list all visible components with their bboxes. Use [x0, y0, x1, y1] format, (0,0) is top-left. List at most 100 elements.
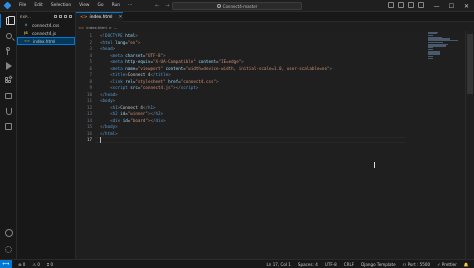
warnings-count[interactable]: ⚠ 0 [32, 262, 40, 267]
toggle-secondary-sidebar-icon[interactable] [408, 2, 414, 8]
code-token: > [112, 46, 116, 51]
manage-button[interactable] [0, 242, 17, 256]
notifications-bell-icon[interactable]: 🔔 [464, 262, 469, 268]
back-arrow-icon[interactable]: ← [155, 3, 159, 9]
toggle-primary-sidebar-icon[interactable] [388, 2, 394, 8]
menu-selection[interactable]: Selection [47, 0, 75, 12]
files-icon [5, 16, 15, 25]
minimize-button[interactable]: — [429, 0, 444, 12]
remote-explorer-button[interactable] [0, 89, 17, 103]
source-control-button[interactable] [0, 44, 17, 58]
explorer-header: EXP... [17, 12, 75, 21]
status-right: Ln 17, Col 1 Spaces: 4 UTF-8 CRLF Django… [267, 260, 469, 268]
breadcrumb-symbols[interactable]: ... [114, 25, 118, 30]
html-file-icon: <> [24, 39, 30, 43]
flask-icon [5, 107, 12, 115]
code-token: div [155, 117, 164, 123]
end-of-line[interactable]: CRLF [344, 262, 354, 267]
code-token: script [180, 85, 196, 90]
explorer-button[interactable] [0, 14, 17, 28]
code-token: "UTF-8" [145, 52, 164, 58]
code-token: > [137, 39, 141, 45]
code-token: link [112, 78, 123, 84]
code-token: lang [112, 39, 126, 45]
indentation[interactable]: Spaces: 4 [298, 262, 318, 267]
minimap[interactable] [428, 31, 458, 61]
file-item-connect4-css[interactable]: # connect4.css [17, 21, 75, 29]
code-token: href [165, 78, 179, 84]
collapse-all-icon[interactable] [69, 15, 72, 18]
code-token: html [122, 33, 136, 38]
menu-file[interactable]: File [15, 0, 30, 12]
code-token: > [115, 130, 118, 136]
html-file-icon: <> [78, 24, 85, 30]
customize-layout-icon[interactable] [418, 2, 424, 8]
menu-edit[interactable]: Edit [30, 0, 47, 12]
command-center-search[interactable]: Connect4-master [172, 2, 302, 10]
tab-index-html[interactable]: <> index.html ✕ [76, 12, 123, 22]
code-token: Connect 4 [120, 104, 143, 110]
encoding[interactable]: UTF-8 [325, 262, 337, 267]
new-folder-icon[interactable] [59, 15, 62, 18]
code-token: Connect 4 [127, 72, 151, 77]
file-item-connect4-js[interactable]: JS connect4.js [17, 29, 75, 37]
code-token: > [163, 117, 166, 123]
docs-button[interactable] [0, 119, 17, 133]
language-mode[interactable]: Django Template [361, 262, 395, 267]
status-bar: ⟷ ⊗ 0 ⚠ 0 ⌗ 0 Ln 17, Col 1 Spaces: 4 UTF… [0, 259, 474, 268]
extensions-button[interactable] [0, 74, 17, 88]
testing-button[interactable] [0, 104, 17, 118]
line-number-gutter: 1 2 3 4 5 6 7 8 9 10 11 12 13 14 15 16 17 [76, 31, 95, 259]
file-name: connect4.js [32, 30, 57, 36]
code-line[interactable]: </html> [100, 131, 118, 138]
breadcrumb: <> index.html > ... [78, 23, 117, 31]
live-server-port[interactable]: ⚇ Port : 5500 [403, 262, 431, 267]
css-file-icon: # [24, 23, 28, 27]
code-token: meta [112, 65, 123, 71]
code-token: http-equiv [122, 59, 151, 64]
status-left: ⊗ 0 ⚠ 0 ⌗ 0 [18, 262, 53, 267]
ports-count[interactable]: ⌗ 0 [47, 262, 53, 267]
maximize-button[interactable]: ☐ [444, 0, 459, 12]
file-item-index-html[interactable]: <> index.html [17, 37, 75, 45]
code-editor[interactable]: 1 2 3 4 5 6 7 8 9 10 11 12 13 14 15 16 17 <!DOCTYPE html… [76, 31, 474, 259]
menu-go[interactable]: Go [94, 0, 108, 12]
code-token: head [105, 91, 116, 97]
forward-arrow-icon[interactable]: → [165, 3, 169, 9]
code-token: ></ [173, 85, 181, 90]
menu-view[interactable]: View [75, 0, 93, 12]
accounts-button[interactable] [0, 226, 17, 240]
errors-count[interactable]: ⊗ 0 [18, 262, 25, 267]
code-token: "winner" [127, 111, 148, 116]
menu-run[interactable]: Run [108, 0, 124, 12]
editor-tab-bar: <> index.html ✕ [76, 12, 474, 22]
cursor-position[interactable]: Ln 17, Col 1 [267, 262, 291, 267]
toggle-panel-icon[interactable] [398, 2, 404, 8]
run-debug-button[interactable] [0, 59, 17, 73]
code-token: "connect4.js" [140, 85, 174, 90]
html-file-icon: <> [80, 15, 88, 20]
code-token: body [105, 124, 116, 129]
close-window-button[interactable]: ✕ [459, 0, 474, 12]
code-token: "en" [127, 39, 138, 45]
code-token: "viewport" [137, 65, 164, 71]
breadcrumb-file[interactable]: index.html [86, 25, 106, 30]
title-bar: File Edit Selection View Go Run ··· ← → … [0, 0, 474, 12]
prettier-status[interactable]: ✓ Prettier [437, 262, 457, 267]
line-number: 17 [86, 137, 92, 142]
code-token: > [135, 33, 138, 38]
close-tab-icon[interactable]: ✕ [118, 15, 122, 20]
code-token: "board" [130, 117, 148, 123]
remote-indicator-button[interactable]: ⟷ [0, 259, 12, 268]
menu-more[interactable]: ··· [124, 0, 136, 12]
file-name: index.html [33, 38, 56, 44]
scrollbar-thumb[interactable] [467, 34, 473, 94]
code-token: ></ [147, 111, 156, 116]
code-token: > [195, 85, 199, 90]
refresh-icon[interactable] [64, 15, 67, 18]
vertical-scrollbar[interactable] [465, 31, 474, 259]
search-view-button[interactable] [0, 29, 17, 43]
new-file-icon[interactable] [54, 15, 57, 18]
